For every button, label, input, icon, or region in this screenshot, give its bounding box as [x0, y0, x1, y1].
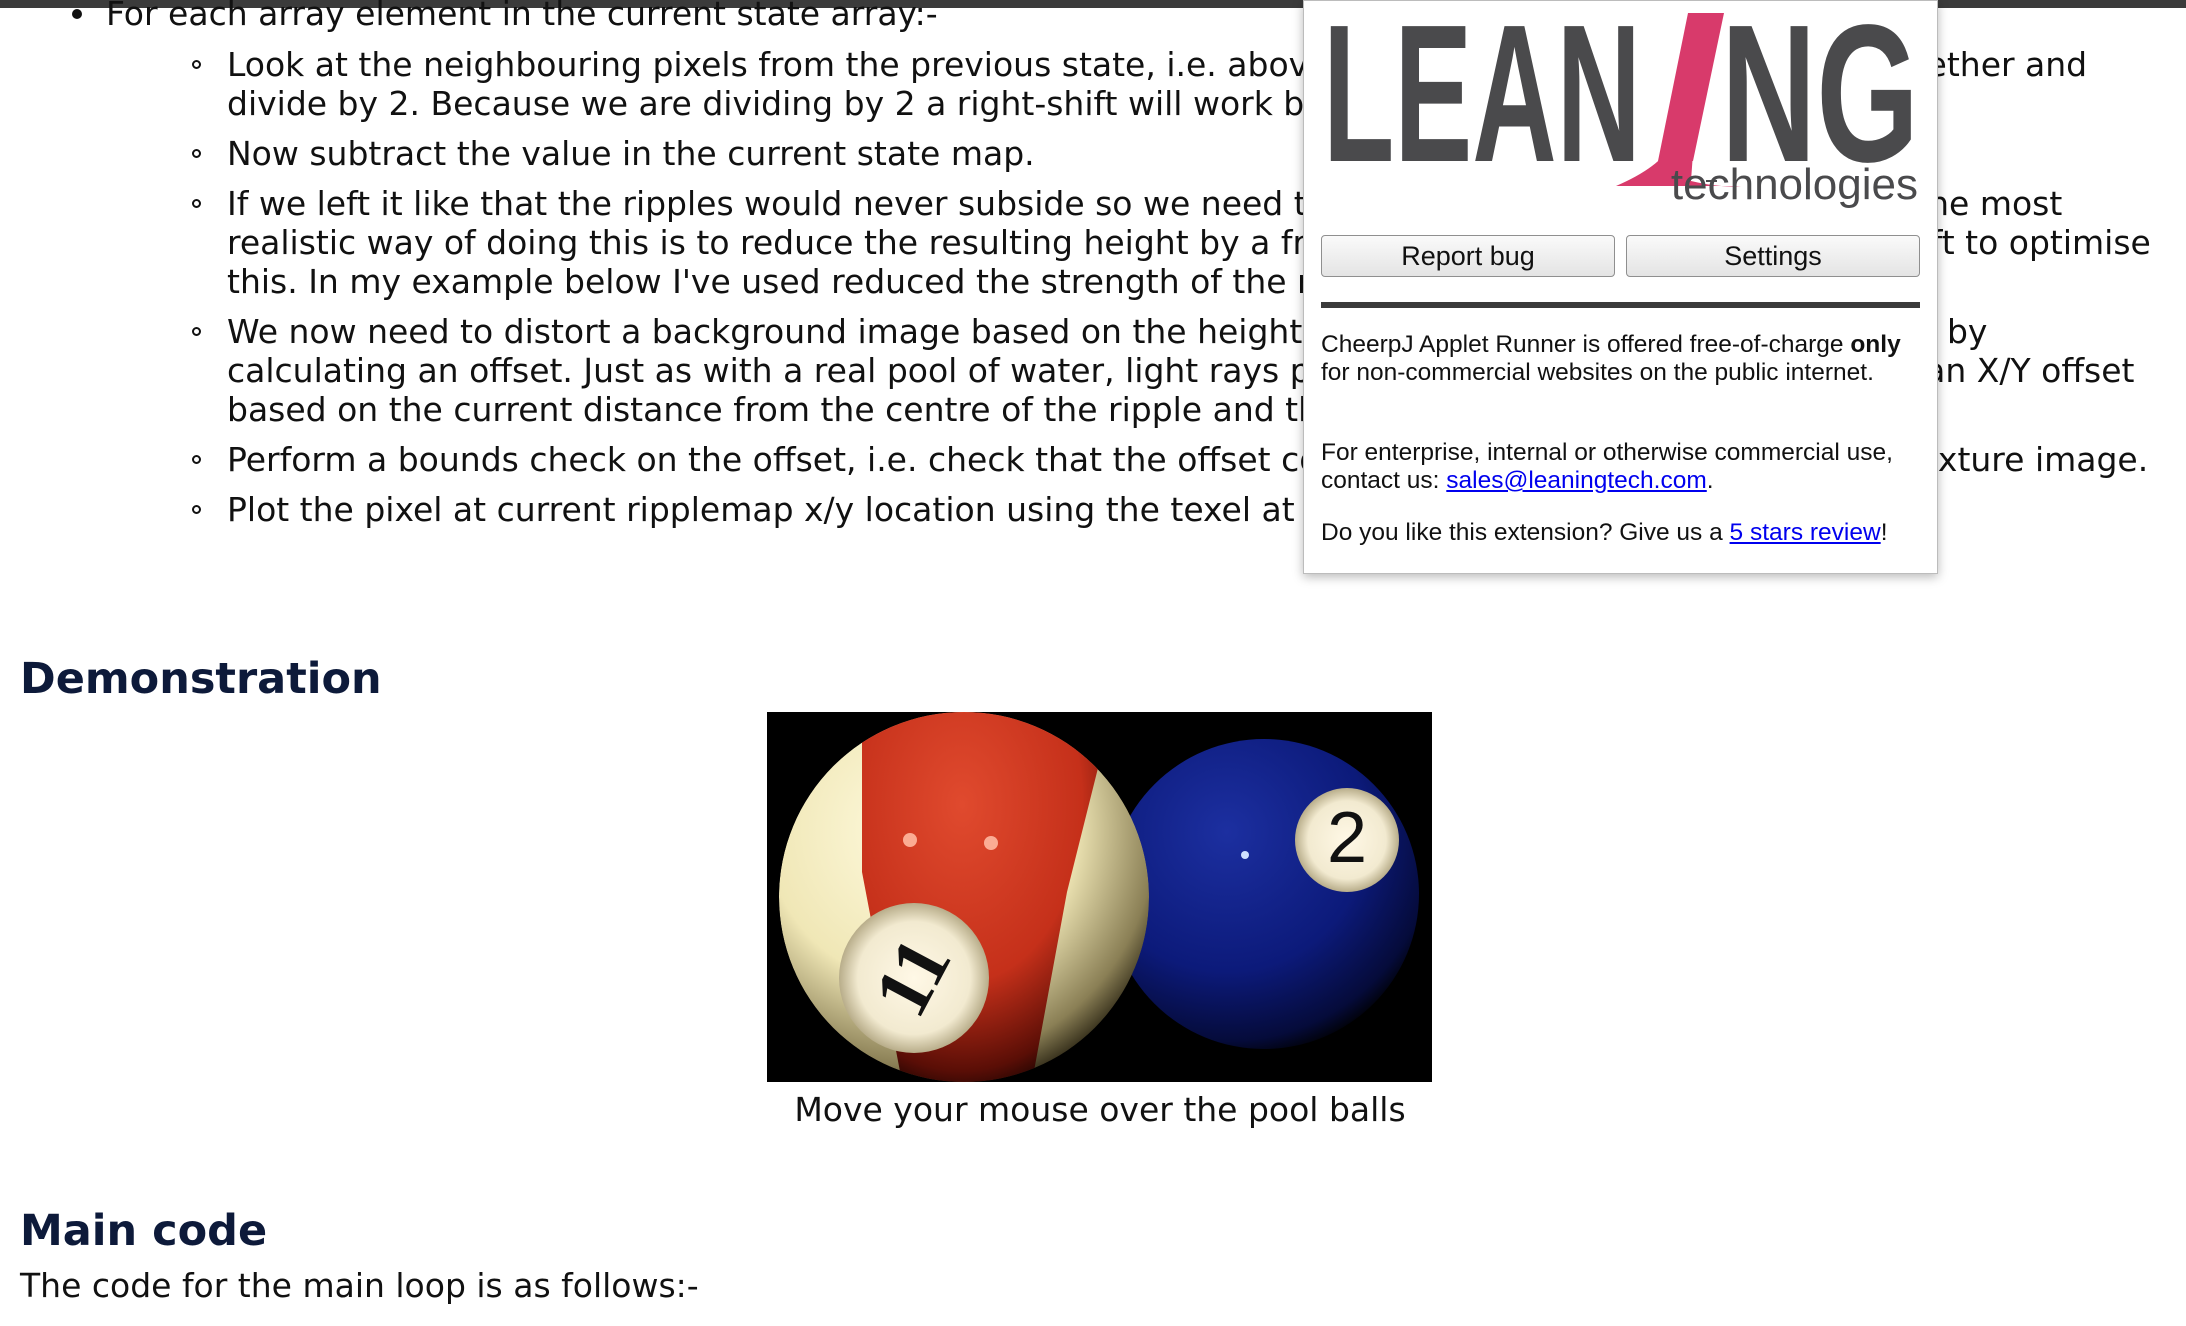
ripple-applet-canvas[interactable]: 2 11 — [767, 712, 1432, 1082]
logo-tagline: technologies — [1671, 160, 1918, 209]
main-code-heading: Main code — [20, 1206, 268, 1256]
commercial-contact-notice: For enterprise, internal or otherwise co… — [1321, 439, 1893, 494]
demonstration-heading: Demonstration — [20, 654, 382, 704]
sales-email-link[interactable]: sales@leaningtech.com — [1446, 467, 1706, 494]
ball-number: 2 — [1327, 798, 1367, 878]
logo-word-left: LEAN — [1323, 3, 1641, 203]
logo-slash-mark — [1658, 13, 1724, 161]
license-notice: CheerpJ Applet Runner is offered free-of… — [1321, 331, 1901, 386]
cheerpj-extension-popup: LEAN NG technologies Report bug Settings… — [1303, 0, 1938, 574]
list-item-intro: For each array element in the current st… — [106, 0, 938, 33]
main-code-intro: The code for the main loop is as follows… — [20, 1266, 699, 1305]
review-link[interactable]: 5 stars review — [1730, 519, 1881, 546]
emphasis-only: only — [1850, 331, 1901, 358]
review-request: Do you like this extension? Give us a 5 … — [1321, 519, 1888, 546]
demo-caption: Move your mouse over the pool balls — [794, 1090, 1406, 1129]
pool-balls-image: 2 11 — [767, 712, 1432, 1082]
settings-button[interactable]: Settings — [1626, 235, 1920, 277]
popup-divider — [1321, 302, 1920, 308]
report-bug-button[interactable]: Report bug — [1321, 235, 1615, 277]
leaning-technologies-logo: LEAN NG technologies — [1323, 3, 1919, 209]
pool-ball-2 — [1109, 739, 1419, 1049]
